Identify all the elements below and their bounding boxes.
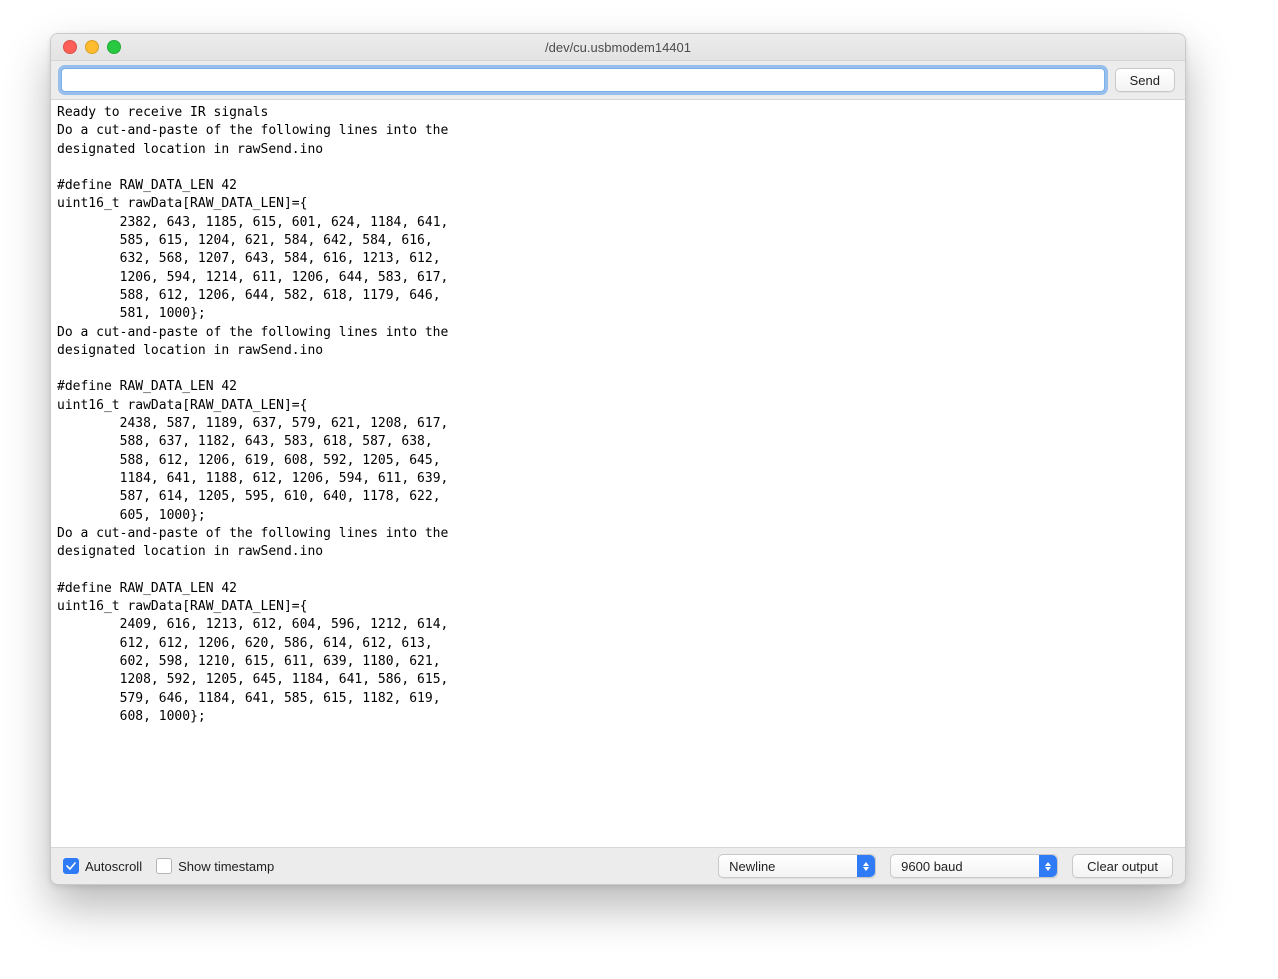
serial-send-input[interactable] (61, 68, 1105, 92)
checkbox-icon (156, 858, 172, 874)
serial-output-text: Ready to receive IR signals Do a cut-and… (57, 104, 1179, 726)
autoscroll-label: Autoscroll (85, 859, 142, 874)
line-ending-value: Newline (729, 859, 775, 874)
chevron-updown-icon (857, 855, 875, 877)
serial-monitor-window: /dev/cu.usbmodem14401 Send Ready to rece… (50, 33, 1186, 885)
checkbox-icon (63, 858, 79, 874)
zoom-icon[interactable] (107, 40, 121, 54)
send-toolbar: Send (51, 61, 1185, 100)
close-icon[interactable] (63, 40, 77, 54)
minimize-icon[interactable] (85, 40, 99, 54)
line-ending-select[interactable]: Newline (718, 854, 876, 878)
autoscroll-checkbox[interactable]: Autoscroll (63, 858, 142, 874)
footer-bar: Autoscroll Show timestamp Newline 9600 b… (51, 847, 1185, 884)
window-title: /dev/cu.usbmodem14401 (51, 40, 1185, 55)
clear-output-button[interactable]: Clear output (1072, 854, 1173, 878)
chevron-updown-icon (1039, 855, 1057, 877)
serial-output[interactable]: Ready to receive IR signals Do a cut-and… (51, 100, 1185, 847)
baud-rate-value: 9600 baud (901, 859, 962, 874)
window-controls (51, 40, 121, 54)
show-timestamp-checkbox[interactable]: Show timestamp (156, 858, 274, 874)
send-button[interactable]: Send (1115, 68, 1175, 92)
show-timestamp-label: Show timestamp (178, 859, 274, 874)
baud-rate-select[interactable]: 9600 baud (890, 854, 1058, 878)
titlebar: /dev/cu.usbmodem14401 (51, 34, 1185, 61)
